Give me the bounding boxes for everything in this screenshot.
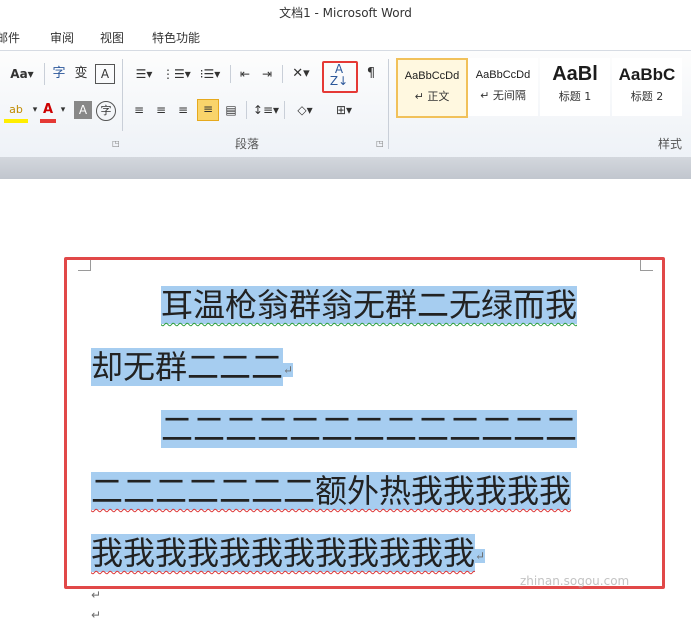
font-color-icon[interactable]: A <box>40 101 56 123</box>
decrease-indent-icon[interactable]: ⇤ <box>236 65 254 83</box>
separator <box>246 101 247 119</box>
multilevel-list-icon[interactable]: ⁝☰▾ <box>195 65 225 83</box>
menu-item-special[interactable]: 特色功能 <box>152 26 200 50</box>
phonetic-guide-icon[interactable]: 字 <box>50 65 68 83</box>
char-border-icon[interactable]: 变 <box>72 65 90 83</box>
distributed-icon[interactable]: ▤ <box>222 101 240 119</box>
paragraph-mark: ↵ <box>91 608 102 622</box>
line-spacing-icon[interactable]: ↕≡▾ <box>252 101 280 119</box>
paragraph-dialog-launcher-icon[interactable]: ◳ <box>376 139 384 148</box>
separator <box>122 59 123 131</box>
chevron-down-icon[interactable]: ▾ <box>30 101 40 119</box>
style-normal[interactable]: AaBbCcDd ↵ 正文 <box>396 58 468 118</box>
increase-indent-icon[interactable]: ⇥ <box>258 65 276 83</box>
show-marks-icon[interactable]: ¶ <box>362 65 380 83</box>
style-heading-1[interactable]: AaBl 标题 1 <box>540 58 610 116</box>
borders-icon[interactable]: ⊞▾ <box>330 101 358 119</box>
shading-icon[interactable]: ◇▾ <box>292 101 318 119</box>
highlight-color-icon[interactable]: ab <box>4 101 28 123</box>
watermark-text: 搜狗指南 <box>520 542 609 567</box>
menu-item-mailings[interactable]: 邮件 <box>0 26 20 50</box>
separator <box>230 65 231 83</box>
watermark-url: zhinan.sogou.com <box>520 574 630 588</box>
styles-group-label: 样式 <box>658 137 683 151</box>
menu-item-review[interactable]: 审阅 <box>50 26 74 50</box>
paragraph-group-label: 段落 <box>235 137 260 151</box>
style-no-spacing[interactable]: AaBbCcDd ↵ 无间隔 <box>468 58 538 116</box>
align-left-icon[interactable]: ≡ <box>130 101 148 119</box>
enclose-char-icon[interactable]: 字 <box>96 101 116 121</box>
separator <box>388 59 389 149</box>
justify-icon[interactable]: ≡ <box>197 99 219 121</box>
style-heading-2[interactable]: AaBbC 标题 2 <box>612 58 682 116</box>
font-dialog-launcher-icon[interactable]: ◳ <box>112 139 120 148</box>
char-shading-icon[interactable]: A <box>74 101 92 119</box>
separator <box>284 101 285 119</box>
align-right-icon[interactable]: ≡ <box>174 101 192 119</box>
paragraph-mark: ↵ <box>91 588 102 602</box>
separator <box>282 65 283 83</box>
chevron-down-icon[interactable]: ▾ <box>58 101 68 119</box>
change-case-button[interactable]: Aa▾ <box>10 65 34 83</box>
menu-bar: 邮件 审阅 视图 特色功能 <box>0 26 691 50</box>
ribbon: Aa▾ 字 变 A ab ▾ A ▾ A 字 ☰▾ ⋮☰▾ ⁝☰▾ ⇤ ⇥ ✕▾… <box>0 50 691 158</box>
chinese-layout-icon[interactable]: ✕▾ <box>288 65 314 83</box>
separator <box>44 63 45 85</box>
ruler-area <box>0 157 691 179</box>
align-center-icon[interactable]: ≡ <box>152 101 170 119</box>
char-shading-a-icon[interactable]: A <box>95 64 115 84</box>
bullets-icon[interactable]: ☰▾ <box>130 65 158 83</box>
window-title: 文档1 - Microsoft Word <box>0 0 691 26</box>
menu-item-view[interactable]: 视图 <box>100 26 124 50</box>
sort-highlight <box>322 61 358 93</box>
numbering-icon[interactable]: ⋮☰▾ <box>162 65 191 83</box>
